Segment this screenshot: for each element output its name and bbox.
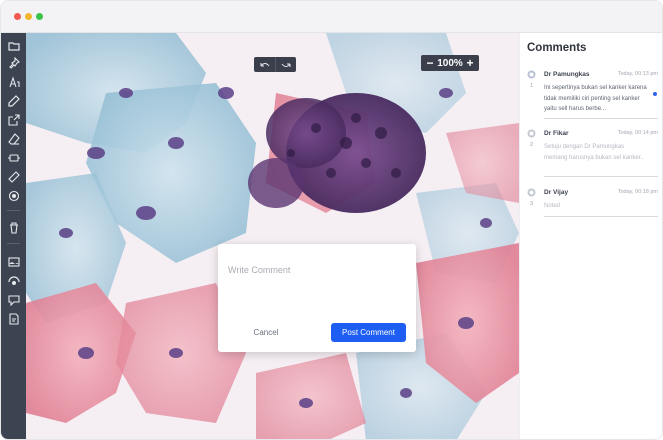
minimize-window-button[interactable]	[25, 13, 32, 20]
comment-author: Dr Vijay	[544, 189, 569, 196]
comment-input[interactable]	[228, 260, 406, 280]
comment-time: Today, 00:13 pm	[617, 71, 658, 77]
comment-divider	[544, 216, 658, 217]
comment-author: Dr Fikar	[544, 130, 569, 137]
zoom-level: 100%	[437, 57, 463, 69]
toolbar-divider	[7, 243, 20, 244]
comment-time: Today, 00:18 pm	[617, 189, 658, 195]
comment-time: Today, 00:14 pm	[617, 130, 658, 136]
comment-bubble-icon	[527, 70, 536, 79]
comment-text: Setuju dengan Dr Pamungkas memang harusn…	[544, 144, 644, 161]
trash-icon[interactable]	[6, 220, 21, 235]
microscope-slide-image	[26, 33, 519, 439]
panel-title: Comments	[527, 42, 587, 54]
toolbar-divider	[7, 210, 20, 211]
undo-icon[interactable]	[254, 57, 275, 72]
comment-bubble-icon	[527, 188, 536, 197]
view-icon[interactable]	[6, 273, 21, 288]
comment-number: 1	[530, 83, 534, 89]
unread-indicator	[653, 92, 657, 96]
folder-icon[interactable]	[6, 38, 21, 53]
comment-divider	[544, 176, 658, 177]
zoom-controls: − 100% +	[421, 55, 479, 71]
undo-redo-controls	[254, 57, 296, 72]
comment-text: Ini sepertinya bukan sel kanker karena t…	[544, 85, 647, 112]
pencil-icon[interactable]	[6, 93, 21, 108]
left-toolbar	[1, 33, 26, 439]
comment-number: 3	[530, 201, 534, 207]
comment-tool-icon[interactable]	[6, 292, 21, 307]
close-window-button[interactable]	[14, 13, 21, 20]
comments-panel: Comments 1 Dr Pamungkas Today, 00:13 pm …	[519, 33, 662, 439]
eraser-icon[interactable]	[6, 131, 21, 146]
title-bar	[1, 1, 662, 33]
comment-bubble-icon	[527, 129, 536, 138]
image-viewer[interactable]: − 100% + Cancel Post Comment	[26, 33, 519, 439]
pin-icon[interactable]	[6, 55, 21, 70]
text-tool-icon[interactable]	[6, 74, 21, 89]
comment-text: Noted	[544, 203, 561, 209]
report-icon[interactable]	[6, 311, 21, 326]
maximize-window-button[interactable]	[36, 13, 43, 20]
zoom-out-button[interactable]: −	[425, 55, 435, 71]
write-comment-dialog: Cancel Post Comment	[218, 244, 416, 352]
zoom-in-button[interactable]: +	[465, 55, 475, 71]
ruler-icon[interactable]	[6, 169, 21, 184]
app-window: − 100% + Cancel Post Comment Comments 1 …	[0, 0, 663, 440]
comment-author: Dr Pamungkas	[544, 71, 590, 78]
comment-divider	[544, 118, 658, 119]
comment-number: 2	[530, 142, 534, 148]
cancel-button[interactable]: Cancel	[240, 324, 292, 341]
stamp-icon[interactable]	[6, 150, 21, 165]
post-comment-button[interactable]: Post Comment	[331, 323, 406, 342]
export-icon[interactable]	[6, 112, 21, 127]
target-icon[interactable]	[6, 188, 21, 203]
image-icon[interactable]	[6, 254, 21, 269]
redo-icon[interactable]	[275, 57, 296, 72]
